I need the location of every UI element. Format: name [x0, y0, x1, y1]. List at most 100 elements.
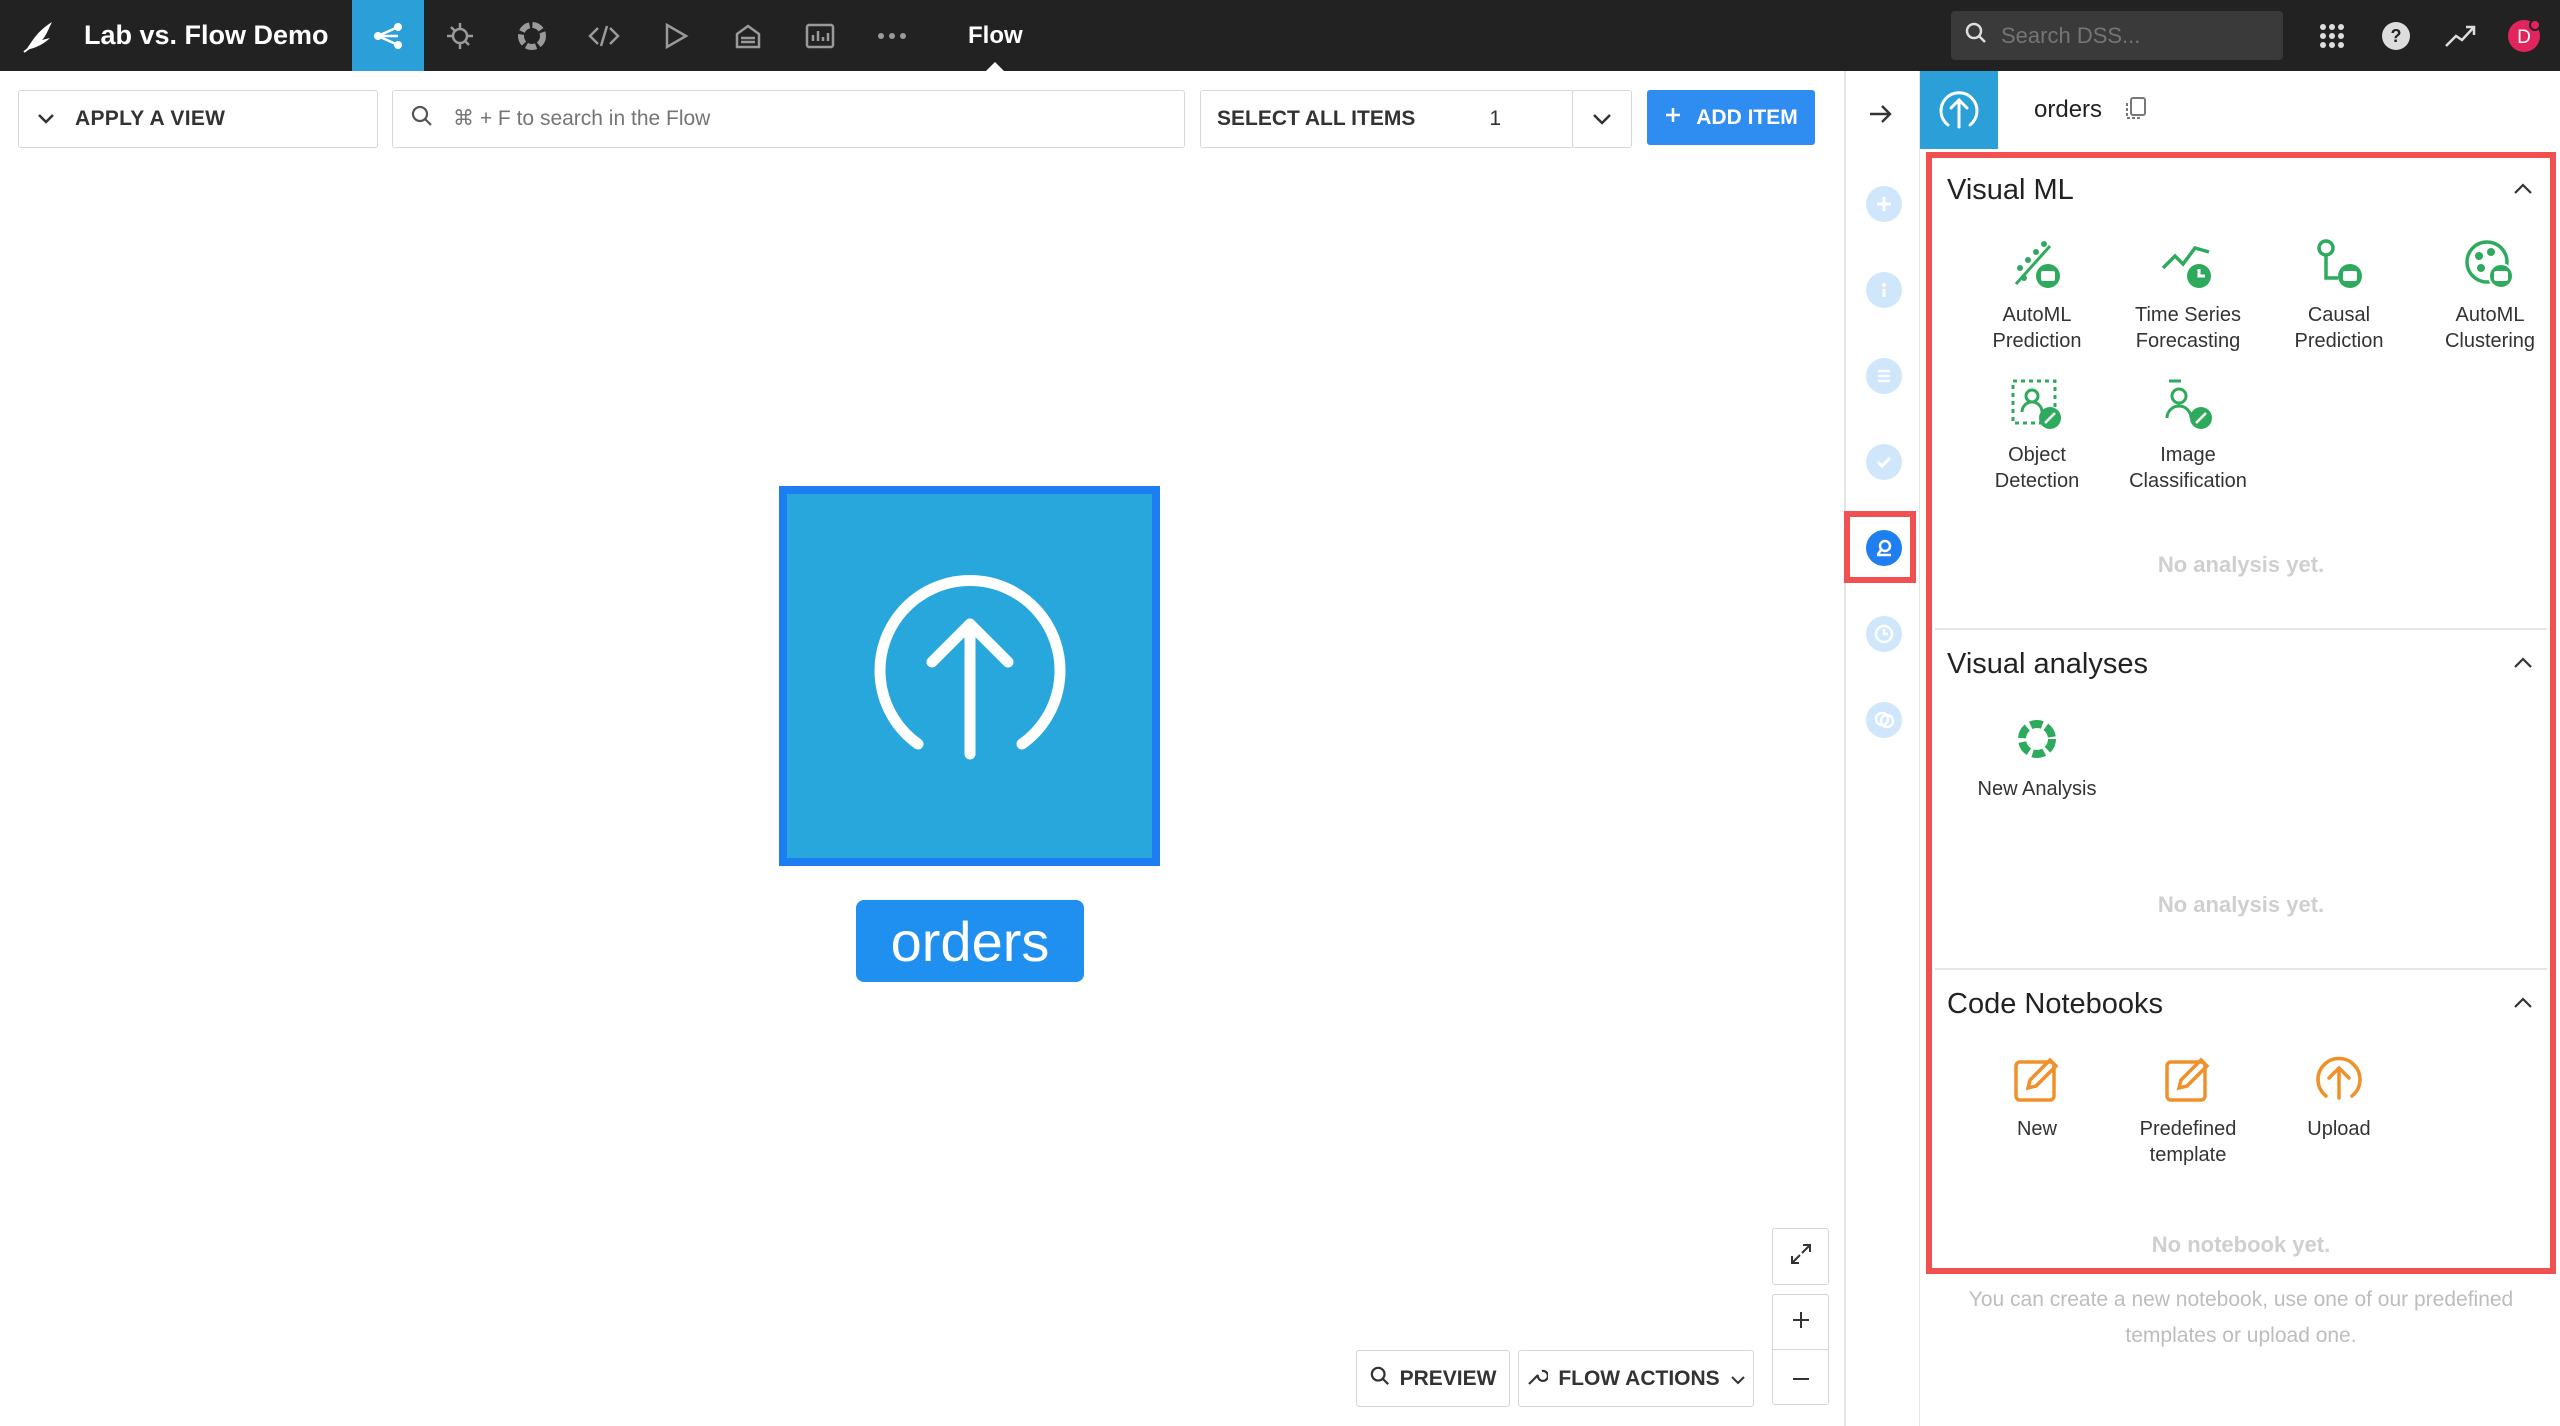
image-classification-tile[interactable]: Image Classification: [2113, 376, 2263, 494]
edit-notebook-icon: [2113, 1050, 2263, 1108]
select-all-items-button[interactable]: SELECT ALL ITEMS 1: [1200, 90, 1574, 148]
upload-notebook-tile[interactable]: Upload: [2264, 1050, 2414, 1142]
image-classification-icon: [2113, 376, 2263, 434]
section-title: Visual analyses: [1947, 648, 2148, 680]
svg-text:D: D: [2517, 27, 2531, 48]
empty-analysis-note: No analysis yet.: [2157, 552, 2325, 577]
search-icon: [411, 105, 433, 133]
flow-search-input[interactable]: [453, 107, 1153, 131]
search-icon: [1370, 1366, 1390, 1392]
code-icon[interactable]: [568, 0, 640, 71]
schema-list-icon[interactable]: [1866, 358, 1902, 394]
lab-icon[interactable]: [424, 0, 496, 71]
search-icon: [1965, 22, 1987, 49]
visual-analyses-section: Visual analyses New Analysis No analysis…: [1935, 630, 2547, 970]
apps-grid-icon[interactable]: [2300, 23, 2364, 49]
code-notebooks-section: Code Notebooks New Predefined template U…: [1935, 970, 2547, 1270]
dataset-node-orders[interactable]: [779, 486, 1160, 866]
tile-label-line1: Upload: [2307, 1118, 2371, 1140]
causal-prediction-tile[interactable]: Causal Prediction: [2264, 236, 2414, 354]
automl-prediction-tile[interactable]: AutoML Prediction: [1962, 236, 2112, 354]
automl-clustering-icon: [2415, 236, 2560, 294]
discussions-icon[interactable]: [1866, 702, 1902, 738]
time-series-forecasting-icon: [2113, 236, 2263, 294]
svg-text:?: ?: [2391, 26, 2402, 46]
predefined-template-tile[interactable]: Predefined template: [2113, 1050, 2263, 1168]
apply-view-button[interactable]: APPLY A VIEW: [18, 90, 378, 148]
chevron-up-icon[interactable]: [2513, 996, 2533, 1014]
flow-actions-button[interactable]: FLOW ACTIONS: [1518, 1350, 1754, 1407]
upload-icon: [2264, 1050, 2414, 1108]
top-nav: Lab vs. Flow Demo Flow Search DSS... ? D: [0, 0, 2560, 71]
tab-flow[interactable]: Flow: [968, 0, 1023, 71]
panel-title: orders: [2034, 96, 2103, 123]
run-icon[interactable]: [640, 0, 712, 71]
add-actions-icon[interactable]: [1866, 186, 1902, 222]
empty-analysis-note: No analysis yet.: [2157, 892, 2325, 917]
tile-label-line2: Detection: [1994, 470, 2080, 492]
zoom-out-button[interactable]: [1772, 1349, 1829, 1405]
chevron-up-icon[interactable]: [2513, 182, 2533, 200]
details-info-icon[interactable]: [1866, 272, 1902, 308]
global-search-input[interactable]: [2001, 22, 2261, 49]
time-series-forecasting-tile[interactable]: Time Series Forecasting: [2113, 236, 2263, 354]
collapse-panel-arrow-icon[interactable]: [1868, 103, 1894, 130]
chevron-down-icon: [37, 107, 55, 131]
automl-prediction-icon: [1962, 236, 2112, 294]
new-analysis-tile[interactable]: New Analysis: [1962, 710, 2112, 802]
new-notebook-tile[interactable]: New: [1962, 1050, 2112, 1142]
empty-notebook-note: No notebook yet.: [2151, 1232, 2331, 1257]
reports-icon[interactable]: [784, 0, 856, 71]
automl-clustering-tile[interactable]: AutoML Clustering: [2415, 236, 2560, 354]
activity-trend-icon[interactable]: [2428, 24, 2492, 48]
flow-icon[interactable]: [352, 0, 424, 71]
preview-label: PREVIEW: [1399, 1366, 1497, 1390]
preview-button[interactable]: PREVIEW: [1356, 1350, 1510, 1407]
timeline-clock-icon[interactable]: [1866, 616, 1902, 652]
object-detection-icon: [1962, 376, 2112, 434]
chevron-up-icon[interactable]: [2513, 656, 2533, 674]
edit-notebook-icon: [1962, 1050, 2112, 1108]
lab-tab-highlight: [1844, 511, 1916, 583]
expand-icon: [1789, 1242, 1813, 1271]
data-quality-check-icon[interactable]: [1866, 444, 1902, 480]
dataiku-logo-icon[interactable]: [0, 0, 84, 71]
more-icon[interactable]: [856, 0, 928, 71]
add-item-label: ADD ITEM: [1696, 105, 1798, 129]
upload-dataset-icon: [870, 574, 1070, 779]
dataset-node-label[interactable]: orders: [856, 900, 1084, 982]
selection-count: 1: [1489, 107, 1501, 130]
tile-label-line2: Classification: [2129, 470, 2247, 492]
tile-label-line1: Causal: [2307, 304, 2371, 326]
plus-icon: [1664, 106, 1682, 130]
select-all-label: SELECT ALL ITEMS: [1217, 107, 1416, 130]
tile-label-line1: Predefined: [2139, 1118, 2237, 1140]
copy-icon[interactable]: [2124, 95, 2148, 126]
global-search[interactable]: [1951, 11, 2283, 60]
chevron-down-icon: [1592, 107, 1612, 131]
fit-to-screen-button[interactable]: [1772, 1228, 1829, 1285]
flow-search[interactable]: [392, 90, 1185, 148]
right-panel-header: orders: [1920, 71, 2560, 149]
recipes-icon[interactable]: [496, 0, 568, 71]
chevron-down-icon: [1730, 1367, 1746, 1391]
right-panel-tab-strip: [1846, 71, 1920, 1426]
tile-label-line1: Time Series: [2135, 304, 2241, 326]
upload-dataset-icon: [1920, 71, 1998, 149]
project-title[interactable]: Lab vs. Flow Demo: [84, 20, 352, 51]
help-icon[interactable]: ?: [2364, 21, 2428, 51]
avatar[interactable]: D: [2492, 18, 2556, 53]
dashboards-icon[interactable]: [712, 0, 784, 71]
zoom-in-button[interactable]: [1772, 1294, 1829, 1349]
section-title: Visual ML: [1947, 174, 2074, 206]
tile-label-line1: New Analysis: [1977, 778, 2097, 800]
notebook-help-text: You can create a new notebook, use one o…: [1935, 1282, 2547, 1354]
section-title: Code Notebooks: [1947, 988, 2164, 1020]
new-analysis-icon: [1962, 710, 2112, 768]
tile-label-line2: template: [2149, 1144, 2227, 1166]
add-item-button[interactable]: ADD ITEM: [1647, 90, 1815, 145]
object-detection-tile[interactable]: Object Detection: [1962, 376, 2112, 494]
flow-actions-label: FLOW ACTIONS: [1558, 1366, 1720, 1390]
tile-label-line1: New: [2016, 1118, 2057, 1140]
select-dropdown-button[interactable]: [1572, 90, 1632, 148]
